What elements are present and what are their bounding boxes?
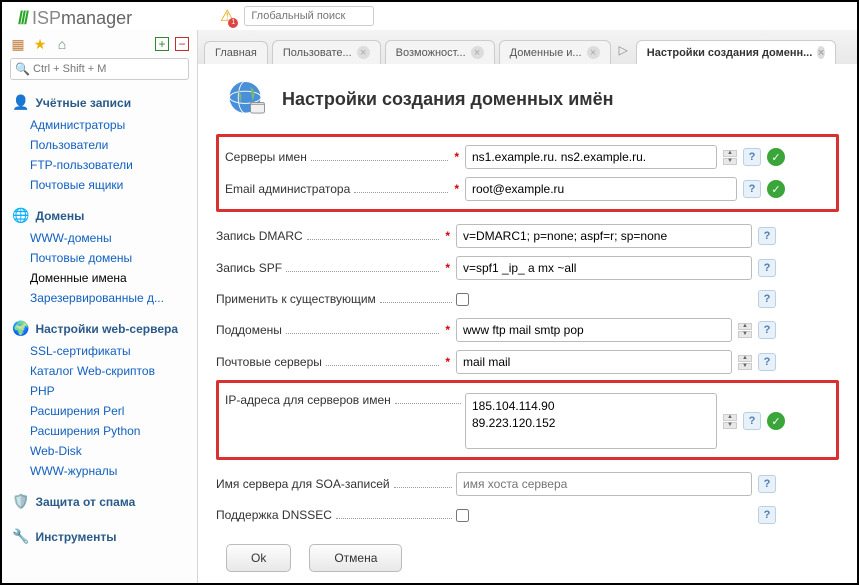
stepper[interactable]: ▲▼ bbox=[738, 323, 752, 338]
nav-item[interactable]: WWW-журналы bbox=[12, 461, 197, 481]
remove-icon[interactable]: − bbox=[175, 37, 189, 51]
nav-item[interactable]: Расширения Python bbox=[12, 421, 197, 441]
help-icon[interactable]: ? bbox=[743, 180, 761, 198]
close-icon[interactable]: × bbox=[587, 46, 600, 59]
field-label: Поддомены bbox=[216, 323, 282, 337]
nav-section-spam[interactable]: 🛡️Защита от спама bbox=[2, 487, 197, 514]
help-icon[interactable]: ? bbox=[758, 506, 776, 524]
help-icon[interactable]: ? bbox=[758, 475, 776, 493]
valid-icon: ✓ bbox=[767, 180, 785, 198]
global-search-input[interactable] bbox=[244, 6, 374, 26]
required-mark: * bbox=[445, 261, 450, 275]
field-label: IP-адреса для серверов имен bbox=[225, 393, 391, 407]
ns-input[interactable] bbox=[465, 145, 717, 169]
field-label: Серверы имен bbox=[225, 150, 307, 164]
nav-item[interactable]: PHP bbox=[12, 381, 197, 401]
help-icon[interactable]: ? bbox=[743, 148, 761, 166]
required-mark: * bbox=[454, 182, 459, 196]
main-area: Главная Пользовате...× Возможност...× До… bbox=[198, 30, 857, 583]
soa-input[interactable] bbox=[456, 472, 752, 496]
tab[interactable]: Возможност...× bbox=[385, 40, 495, 64]
nav-item[interactable]: Зарезервированные д... bbox=[12, 288, 197, 308]
nav-item[interactable]: Каталог Web-скриптов bbox=[12, 361, 197, 381]
required-mark: * bbox=[454, 150, 459, 164]
nav-item[interactable]: Почтовые домены bbox=[12, 248, 197, 268]
wrench-icon: 🔧 bbox=[12, 528, 29, 545]
new-tab-icon[interactable]: ▦ bbox=[10, 36, 26, 52]
help-icon[interactable]: ? bbox=[758, 321, 776, 339]
close-icon[interactable]: × bbox=[471, 46, 484, 59]
ok-button[interactable]: Ok bbox=[226, 544, 291, 572]
close-icon[interactable]: × bbox=[817, 46, 825, 59]
help-icon[interactable]: ? bbox=[758, 259, 776, 277]
highlighted-group-1: Серверы имен * ▲▼ ? ✓ Email администратор… bbox=[216, 134, 839, 212]
dnssec-checkbox[interactable] bbox=[456, 509, 469, 522]
field-label: Запись SPF bbox=[216, 261, 282, 275]
shield-icon: 🛡️ bbox=[12, 493, 29, 510]
field-label: Запись DMARC bbox=[216, 229, 303, 243]
ip-ns-textarea[interactable]: 185.104.114.90 89.223.120.152 bbox=[465, 393, 717, 449]
nav-section-web[interactable]: 🌍Настройки web-сервера bbox=[2, 314, 197, 341]
help-icon[interactable]: ? bbox=[743, 412, 761, 430]
server-icon: 🌍 bbox=[12, 320, 29, 337]
nav-item[interactable]: WWW-домены bbox=[12, 228, 197, 248]
search-icon: 🔍 bbox=[15, 62, 30, 76]
favorite-icon[interactable]: ★ bbox=[32, 36, 48, 52]
home-icon[interactable]: ⌂ bbox=[54, 36, 70, 52]
sidebar: ▦ ★ ⌂ + − 🔍 👤Учётные записи Администрато… bbox=[2, 30, 198, 583]
stepper[interactable]: ▲▼ bbox=[738, 355, 752, 370]
globe-icon: 🌐 bbox=[12, 207, 29, 224]
help-icon[interactable]: ? bbox=[758, 227, 776, 245]
field-label: Почтовые серверы bbox=[216, 355, 322, 369]
tab-scroll-right-icon[interactable]: ▷ bbox=[615, 43, 632, 57]
field-label: Имя сервера для SOA-записей bbox=[216, 477, 390, 491]
field-label: Поддержка DNSSEC bbox=[216, 508, 332, 522]
user-icon: 👤 bbox=[12, 94, 29, 111]
help-icon[interactable]: ? bbox=[758, 353, 776, 371]
nav-section-tools[interactable]: 🔧Инструменты bbox=[2, 522, 197, 549]
tab[interactable]: Доменные и...× bbox=[499, 40, 611, 64]
close-icon[interactable]: × bbox=[357, 46, 370, 59]
admin-email-input[interactable] bbox=[465, 177, 737, 201]
required-mark: * bbox=[445, 323, 450, 337]
alert-icon[interactable]: ⚠1 bbox=[220, 6, 234, 26]
stepper[interactable]: ▲▼ bbox=[723, 414, 737, 429]
nav-section-accounts[interactable]: 👤Учётные записи bbox=[2, 88, 197, 115]
page-title: Настройки создания доменных имён bbox=[282, 89, 613, 110]
nav-item[interactable]: Расширения Perl bbox=[12, 401, 197, 421]
tab[interactable]: Пользовате...× bbox=[272, 40, 381, 64]
tab-bar: Главная Пользовате...× Возможност...× До… bbox=[198, 30, 857, 64]
tab[interactable]: Настройки создания доменн...× bbox=[636, 40, 836, 64]
page-globe-icon bbox=[226, 78, 268, 120]
quick-search-input[interactable] bbox=[10, 58, 189, 80]
nav-item[interactable]: Доменные имена bbox=[12, 268, 197, 288]
add-icon[interactable]: + bbox=[155, 37, 169, 51]
nav-item[interactable]: Почтовые ящики bbox=[12, 175, 197, 195]
nav-item[interactable]: FTP-пользователи bbox=[12, 155, 197, 175]
dmarc-input[interactable] bbox=[456, 224, 752, 248]
required-mark: * bbox=[445, 355, 450, 369]
required-mark: * bbox=[445, 229, 450, 243]
nav-item[interactable]: Пользователи bbox=[12, 135, 197, 155]
highlighted-group-2: IP-адреса для серверов имен 185.104.114.… bbox=[216, 380, 839, 460]
subdomains-input[interactable] bbox=[456, 318, 732, 342]
cancel-button[interactable]: Отмена bbox=[309, 544, 402, 572]
mail-servers-input[interactable] bbox=[456, 350, 732, 374]
nav-section-domains[interactable]: 🌐Домены bbox=[2, 201, 197, 228]
product-logo: /// ISPmanager bbox=[8, 4, 142, 37]
valid-icon: ✓ bbox=[767, 148, 785, 166]
stepper[interactable]: ▲▼ bbox=[723, 150, 737, 165]
field-label: Email администратора bbox=[225, 182, 350, 196]
sidebar-toolbar: ▦ ★ ⌂ + − bbox=[2, 34, 197, 58]
valid-icon: ✓ bbox=[767, 412, 785, 430]
spf-input[interactable] bbox=[456, 256, 752, 280]
nav-item[interactable]: SSL-сертификаты bbox=[12, 341, 197, 361]
field-label: Применить к существующим bbox=[216, 292, 376, 306]
form-panel: Настройки создания доменных имён Серверы… bbox=[198, 64, 857, 583]
nav-item[interactable]: Администраторы bbox=[12, 115, 197, 135]
tab[interactable]: Главная bbox=[204, 41, 268, 64]
help-icon[interactable]: ? bbox=[758, 290, 776, 308]
apply-existing-checkbox[interactable] bbox=[456, 293, 469, 306]
nav-item[interactable]: Web-Disk bbox=[12, 441, 197, 461]
